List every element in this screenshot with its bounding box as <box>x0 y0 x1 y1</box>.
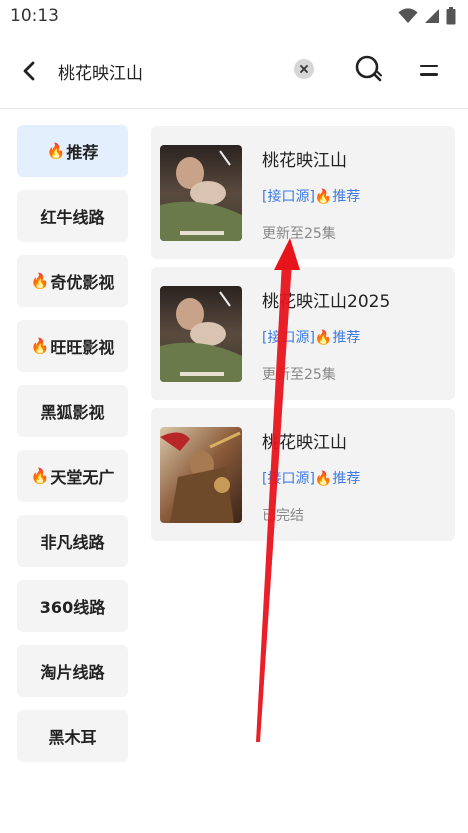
sidebar-item-heimuer[interactable]: 黑木耳 <box>17 710 128 762</box>
sidebar-item-hongniu[interactable]: 红牛线路 <box>17 190 128 242</box>
result-source-tag: [接口源]🔥推荐 <box>262 189 361 205</box>
signal-icon <box>425 9 439 23</box>
result-card[interactable]: 桃花映江山2025 [接口源]🔥推荐 更新至25集 <box>151 267 455 400</box>
fire-icon: 🔥 <box>30 337 50 355</box>
sidebar-item-label: 淘片线路 <box>40 663 105 682</box>
poster-image <box>160 145 242 241</box>
sidebar-item-label: 黑狐影视 <box>40 403 105 422</box>
top-bar <box>0 40 468 102</box>
result-title: 桃花映江山2025 <box>262 292 391 312</box>
status-bar: 10:13 <box>0 0 468 34</box>
sidebar-item-360[interactable]: 360线路 <box>17 580 128 632</box>
result-card[interactable]: 桃花映江山 [接口源]🔥推荐 已完结 <box>151 408 455 541</box>
result-status: 更新至25集 <box>262 226 336 242</box>
sidebar-item-qiyou[interactable]: 🔥 奇优影视 <box>17 255 128 307</box>
source-sidebar: 🔥 推荐 红牛线路 🔥 奇优影视 🔥 旺旺影视 黑狐影视 🔥 天堂无广 非凡线路 360… <box>17 125 128 775</box>
sidebar-item-label: 红牛线路 <box>40 208 105 227</box>
result-title: 桃花映江山 <box>262 433 347 453</box>
sidebar-item-feifan[interactable]: 非凡线路 <box>17 515 128 567</box>
close-icon <box>300 65 308 73</box>
search-input[interactable] <box>58 56 278 86</box>
search-button[interactable] <box>354 54 386 86</box>
poster-image <box>160 286 242 382</box>
sidebar-item-heihu[interactable]: 黑狐影视 <box>17 385 128 437</box>
battery-icon <box>446 7 456 25</box>
back-button[interactable] <box>14 56 44 86</box>
wifi-icon <box>398 8 418 23</box>
sidebar-item-label: 推荐 <box>66 143 99 162</box>
header-divider <box>0 108 468 109</box>
search-results: 桃花映江山 [接口源]🔥推荐 更新至25集 桃花映江山2025 [接口源]🔥推荐 <box>151 126 455 549</box>
chevron-left-icon <box>23 61 35 81</box>
sidebar-item-label: 天堂无广 <box>50 468 115 487</box>
menu-icon-line-bottom <box>420 73 438 76</box>
result-status: 已完结 <box>262 508 304 524</box>
fire-icon: 🔥 <box>46 142 66 160</box>
result-title: 桃花映江山 <box>262 151 347 171</box>
fire-icon: 🔥 <box>30 272 50 290</box>
fire-icon: 🔥 <box>30 467 50 485</box>
sidebar-item-recommend[interactable]: 🔥 推荐 <box>17 125 128 177</box>
sidebar-item-taopian[interactable]: 淘片线路 <box>17 645 128 697</box>
result-status: 更新至25集 <box>262 367 336 383</box>
clear-search-button[interactable] <box>294 59 314 79</box>
poster-image <box>160 427 242 523</box>
status-time: 10:13 <box>10 6 59 26</box>
status-icons <box>398 7 456 25</box>
sidebar-item-label: 黑木耳 <box>48 728 97 747</box>
menu-button[interactable] <box>420 56 444 84</box>
sidebar-item-label: 旺旺影视 <box>50 338 115 357</box>
sidebar-item-label: 360线路 <box>39 598 106 617</box>
sidebar-item-label: 非凡线路 <box>40 533 105 552</box>
search-icon <box>355 55 382 82</box>
sidebar-item-tiantang[interactable]: 🔥 天堂无广 <box>17 450 128 502</box>
menu-icon-line-top <box>420 64 438 67</box>
sidebar-item-wangwang[interactable]: 🔥 旺旺影视 <box>17 320 128 372</box>
sidebar-item-label: 奇优影视 <box>50 273 115 292</box>
result-source-tag: [接口源]🔥推荐 <box>262 471 361 487</box>
result-source-tag: [接口源]🔥推荐 <box>262 330 361 346</box>
result-card[interactable]: 桃花映江山 [接口源]🔥推荐 更新至25集 <box>151 126 455 259</box>
